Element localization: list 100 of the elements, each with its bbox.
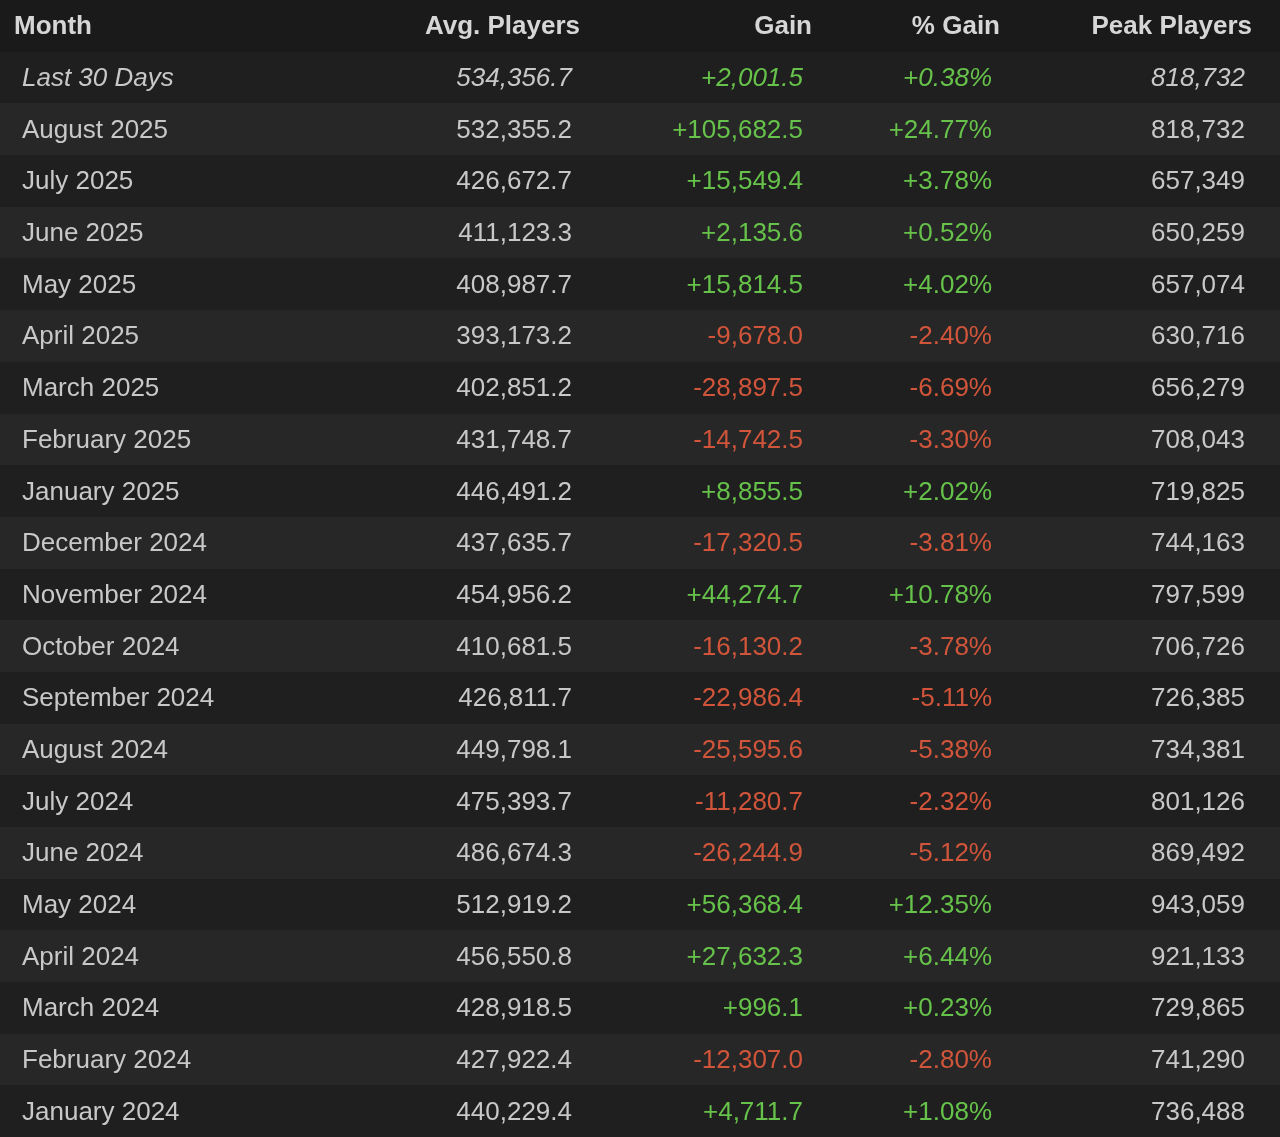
gain-cell-text: -26,244.9 [692, 837, 803, 869]
month-cell-text: July 2025 [22, 165, 135, 197]
gain-cell-text: +44,274.7 [685, 578, 803, 610]
peak-players-cell-text: 736,488 [1150, 1095, 1245, 1127]
avg-players-cell-text: 437,635.7 [455, 527, 572, 559]
percent-gain-cell-text: +2.02% [902, 475, 992, 507]
gain-cell-text: +2,001.5 [700, 62, 803, 94]
month-cell-text: December 2024 [22, 527, 208, 559]
percent-gain-cell-text: +0.38% [902, 62, 992, 94]
month-cell-text: July 2024 [22, 785, 135, 817]
avg-players-cell-text: 402,851.2 [455, 372, 572, 404]
month-cell-text: January 2024 [22, 1095, 181, 1127]
percent-gain-cell-text: -6.69% [908, 372, 992, 404]
percent-gain-cell-text: -5.11% [910, 682, 992, 714]
peak-players-cell-text: 657,074 [1150, 268, 1245, 300]
peak-players-cell-text: 657,349 [1150, 165, 1245, 197]
percent-gain-cell-text: +10.78% [887, 578, 992, 610]
month-cell-text: August 2024 [22, 733, 169, 765]
peak-players-cell-text: 818,732 [1150, 62, 1245, 94]
peak-players-cell-text: 741,290 [1150, 1044, 1245, 1076]
month-cell-text: June 2024 [22, 837, 145, 869]
avg-players-cell-text: 428,918.5 [455, 992, 572, 1024]
month-cell-text: March 2025 [22, 372, 161, 404]
month-cell-text: June 2025 [22, 217, 145, 249]
percent-gain-cell-text: +24.77% [887, 113, 992, 145]
avg-players-cell-text: 486,674.3 [455, 837, 572, 869]
percent-gain-cell-text: -3.81% [908, 527, 992, 559]
avg-players-cell-text: 449,798.1 [455, 733, 572, 765]
gain-cell-text: -14,742.5 [692, 423, 803, 455]
percent-gain-cell-text: +0.52% [902, 217, 992, 249]
percent-gain-cell-text: -3.78% [908, 630, 992, 662]
month-cell-text: February 2025 [22, 423, 193, 455]
column-header: Avg. Players [423, 10, 580, 42]
gain-cell-text: -9,678.0 [706, 320, 803, 352]
peak-players-cell-text: 801,126 [1150, 785, 1245, 817]
gain-cell-text: +996.1 [721, 992, 803, 1024]
avg-players-cell-text: 411,123.3 [457, 217, 572, 249]
month-cell-text: October 2024 [22, 630, 181, 662]
month-cell-text: November 2024 [22, 578, 208, 610]
peak-players-cell-text: 744,163 [1150, 527, 1245, 559]
percent-gain-cell-text: -2.32% [908, 785, 992, 817]
percent-gain-cell-text: +4.02% [902, 268, 992, 300]
avg-players-cell-text: 456,550.8 [455, 940, 572, 972]
gain-cell-text: -22,986.4 [692, 682, 803, 714]
percent-gain-cell-text: -5.12% [908, 837, 992, 869]
avg-players-cell-text: 446,491.2 [455, 475, 572, 507]
gain-cell-text: +27,632.3 [685, 940, 803, 972]
avg-players-cell-text: 410,681.5 [455, 630, 572, 662]
gain-cell-text: -28,897.5 [692, 372, 803, 404]
month-cell-text: May 2025 [22, 268, 138, 300]
gain-cell-text: +2,135.6 [700, 217, 803, 249]
avg-players-cell-text: 532,355.2 [455, 113, 572, 145]
percent-gain-cell-text: +12.35% [887, 889, 992, 921]
avg-players-cell-text: 431,748.7 [455, 423, 572, 455]
column-header: Peak Players [1090, 10, 1252, 42]
peak-players-cell-text: 719,825 [1150, 475, 1245, 507]
month-cell-text: Last 30 Days [22, 62, 175, 94]
percent-gain-cell-text: +1.08% [902, 1095, 992, 1127]
month-cell-text: September 2024 [22, 682, 216, 714]
gain-cell-text: +105,682.5 [671, 113, 803, 145]
peak-players-cell-text: 818,732 [1150, 113, 1245, 145]
peak-players-cell-text: 708,043 [1150, 423, 1245, 455]
month-cell-text: May 2024 [22, 889, 138, 921]
percent-gain-cell-text: +6.44% [902, 940, 992, 972]
peak-players-cell-text: 943,059 [1150, 889, 1245, 921]
month-cell-text: March 2024 [22, 992, 161, 1024]
avg-players-cell-text: 512,919.2 [455, 889, 572, 921]
column-header: % Gain [910, 10, 1000, 42]
gain-cell-text: +8,855.5 [700, 475, 803, 507]
percent-gain-cell-text: -5.38% [908, 733, 992, 765]
peak-players-cell-text: 734,381 [1150, 733, 1245, 765]
avg-players-cell-text: 475,393.7 [455, 785, 572, 817]
percent-gain-cell-text: -2.40% [908, 320, 992, 352]
gain-cell-text: +56,368.4 [685, 889, 803, 921]
peak-players-cell-text: 921,133 [1150, 940, 1245, 972]
avg-players-cell-text: 440,229.4 [455, 1095, 572, 1127]
month-cell-text: August 2025 [22, 113, 169, 145]
peak-players-cell-text: 869,492 [1150, 837, 1245, 869]
percent-gain-cell-text: +3.78% [902, 165, 992, 197]
month-cell-text: April 2025 [22, 320, 141, 352]
avg-players-cell-text: 393,173.2 [455, 320, 572, 352]
month-cell-text: April 2024 [22, 940, 141, 972]
avg-players-cell-text: 426,811.7 [457, 682, 572, 714]
avg-players-cell-text: 454,956.2 [455, 578, 572, 610]
percent-gain-cell-text: -2.80% [908, 1044, 992, 1076]
avg-players-cell-text: 427,922.4 [455, 1044, 572, 1076]
gain-cell-text: +4,711.7 [702, 1095, 803, 1127]
percent-gain-cell-text: +0.23% [902, 992, 992, 1024]
column-header: Month [14, 10, 93, 42]
gain-cell-text: -12,307.0 [692, 1044, 803, 1076]
avg-players-cell-text: 534,356.7 [455, 62, 572, 94]
peak-players-cell-text: 650,259 [1150, 217, 1245, 249]
gain-cell-text: -16,130.2 [692, 630, 803, 662]
gain-cell-text: +15,549.4 [685, 165, 803, 197]
peak-players-cell-text: 706,726 [1150, 630, 1245, 662]
gain-cell-text: -17,320.5 [692, 527, 803, 559]
peak-players-cell-text: 729,865 [1150, 992, 1245, 1024]
avg-players-cell-text: 426,672.7 [455, 165, 572, 197]
column-header: Gain [753, 10, 812, 42]
peak-players-cell-text: 656,279 [1150, 372, 1245, 404]
